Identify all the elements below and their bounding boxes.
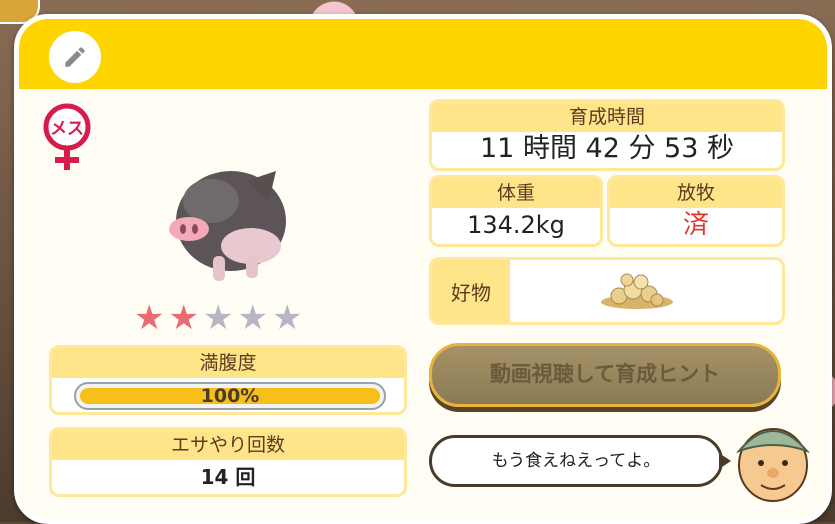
grazing-box: 放牧 済 [607, 175, 785, 247]
fullness-box: 満腹度 100% [49, 345, 407, 415]
speech-bubble-tail [719, 453, 731, 469]
star-empty-icon: ★ [271, 298, 303, 338]
female-symbol-icon: メス [43, 103, 91, 170]
fullness-title: 満腹度 [52, 348, 404, 378]
gender-label: メス [50, 119, 84, 139]
pig-status-panel: メス ★ ★ ★ ★ ★ 満腹度 100% エサやり回数 14 回 育成時間 1… [14, 14, 832, 524]
weight-title: 体重 [432, 178, 600, 208]
raise-time-box: 育成時間 11 時間 42 分 53 秒 [429, 99, 785, 171]
favorite-food-box: 好物 [429, 257, 785, 325]
fullness-bar: 100% [74, 382, 386, 410]
feed-count-title: エサやり回数 [52, 430, 404, 460]
favorite-title: 好物 [432, 260, 510, 322]
grazing-title: 放牧 [610, 178, 782, 208]
star-empty-icon: ★ [202, 298, 234, 338]
grain-pile-icon [601, 273, 673, 309]
edit-name-button[interactable] [49, 31, 101, 83]
speech-bubble: もう食えねえってよ。 [429, 435, 723, 487]
panel-header [19, 19, 827, 89]
feed-count-box: エサやり回数 14 回 [49, 427, 407, 497]
video-hint-button[interactable]: 動画視聴して育成ヒント [429, 343, 781, 407]
raise-time-value: 11 時間 42 分 53 秒 [480, 133, 734, 164]
fullness-value: 100% [200, 385, 260, 407]
pig-character [169, 171, 286, 281]
raise-time-title: 育成時間 [432, 102, 782, 132]
pencil-icon [65, 47, 85, 67]
grazing-value: 済 [682, 210, 709, 240]
farmer-avatar [735, 428, 811, 502]
weight-box: 体重 134.2kg [429, 175, 603, 247]
star-filled-icon: ★ [168, 298, 199, 338]
star-filled-icon: ★ [134, 298, 165, 338]
rating-stars: ★ ★ ★ ★ ★ [134, 301, 302, 335]
feed-count-value: 14 回 [200, 465, 256, 489]
star-empty-icon: ★ [237, 298, 268, 338]
weight-value: 134.2kg [467, 211, 565, 239]
